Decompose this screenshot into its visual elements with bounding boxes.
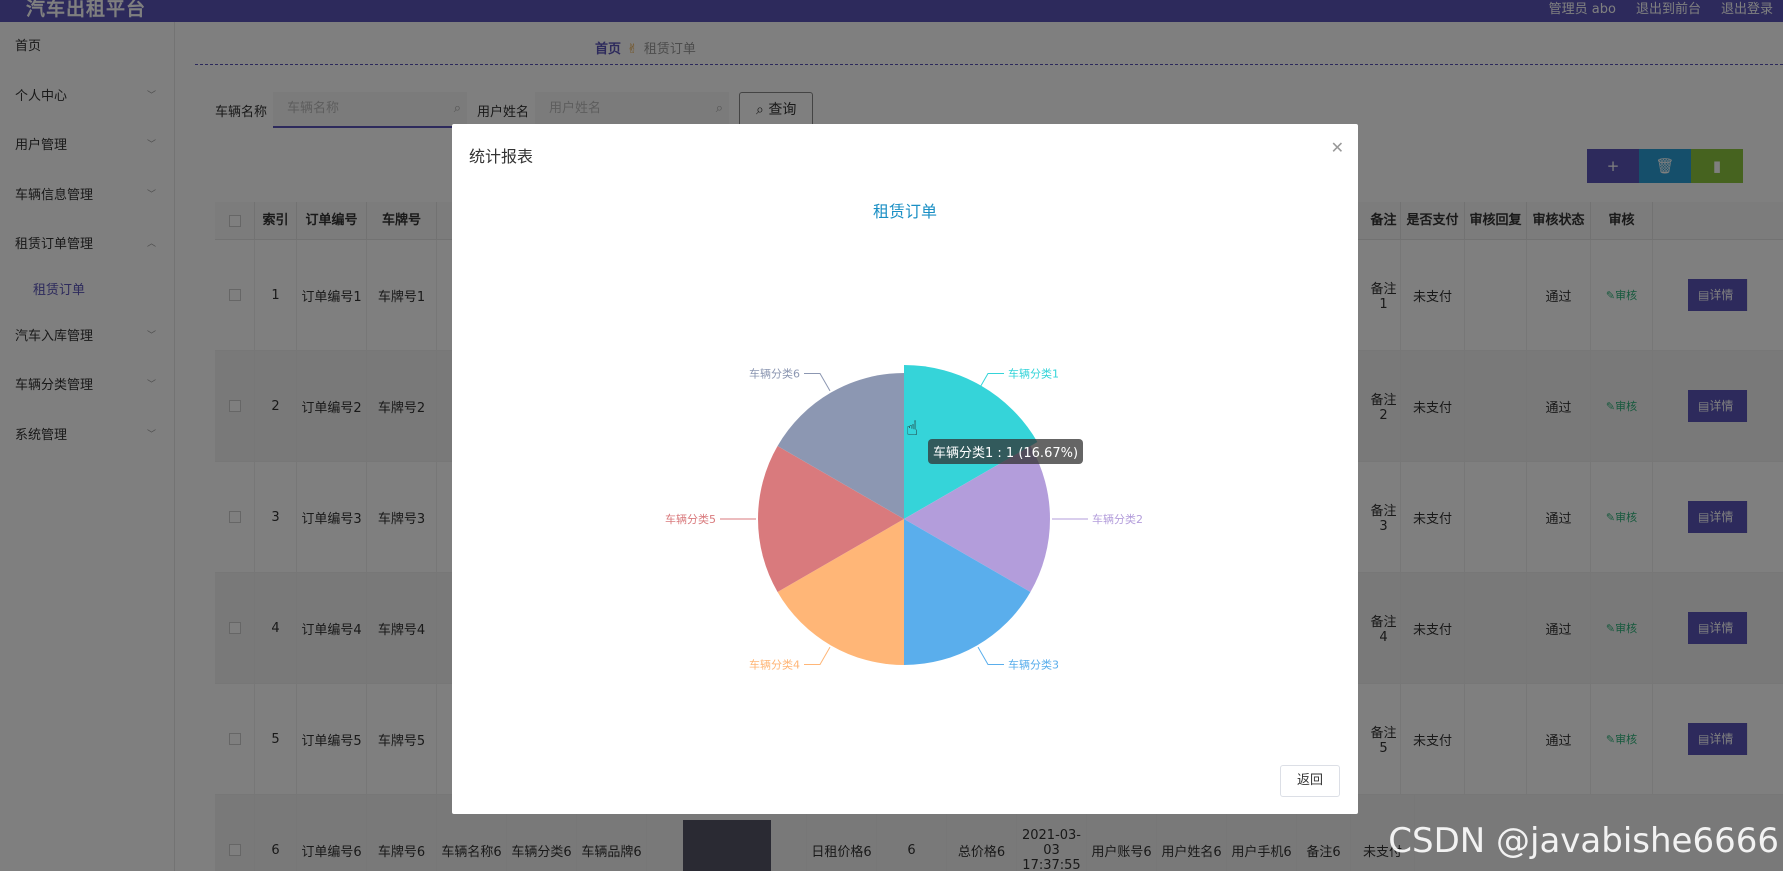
pie-chart: 车辆分类1 车辆分类2 车辆分类3 车辆分类4 车辆分类5 车辆分类6 xyxy=(665,365,1143,671)
slice-label: 车辆分类5 xyxy=(665,512,716,526)
slice-label: 车辆分类4 xyxy=(749,657,800,671)
slice-label: 车辆分类3 xyxy=(1008,657,1059,671)
slice-label: 车辆分类2 xyxy=(1092,512,1143,526)
chart-tooltip: 车辆分类1 : 1 (16.67%) xyxy=(928,439,1084,464)
hand-cursor-icon: ☝ xyxy=(906,416,919,440)
label-line xyxy=(804,646,831,665)
back-button[interactable]: 返回 xyxy=(1280,765,1340,797)
watermark: CSDN @javabishe6666 xyxy=(1388,821,1779,861)
label-line xyxy=(804,373,831,392)
slice-label: 车辆分类6 xyxy=(749,367,800,381)
label-line xyxy=(977,646,1004,665)
slice-label: 车辆分类1 xyxy=(1008,367,1059,381)
stats-dialog: 统计报表 ✕ 租赁订单 车辆分类1 车辆分类2 车辆分类3 车辆分类4 车辆分类5 车辆分… xyxy=(452,124,1358,814)
